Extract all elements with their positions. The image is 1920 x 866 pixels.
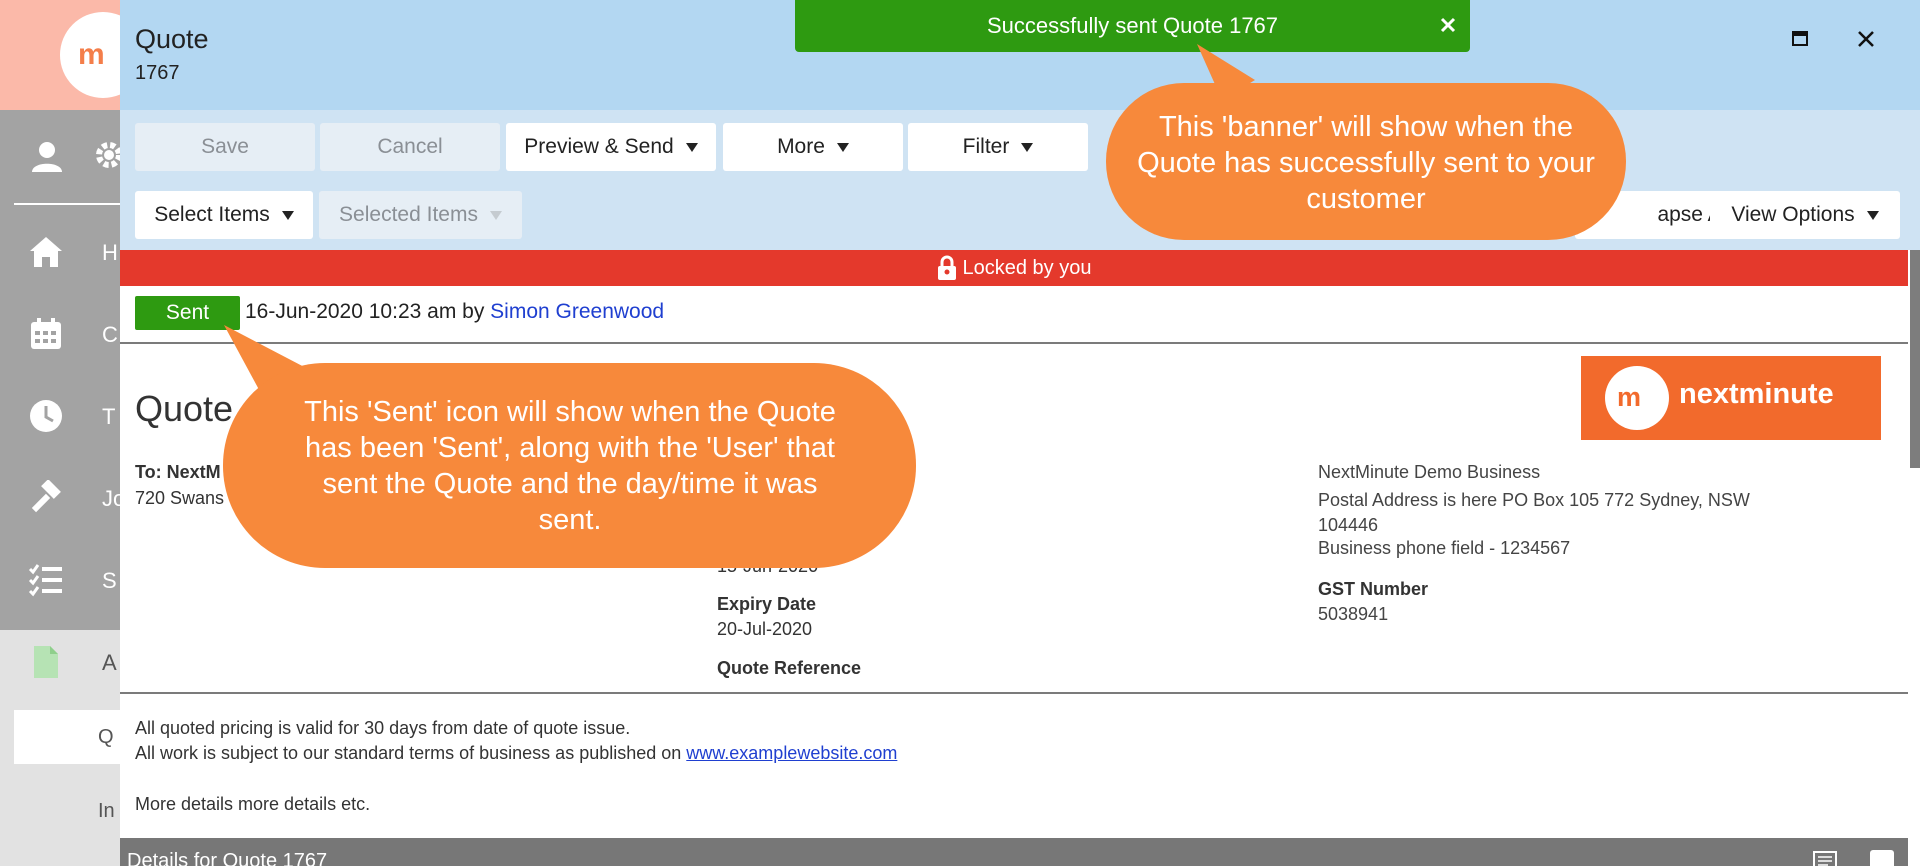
chevron-down-icon <box>1021 142 1034 152</box>
sidebar-item-label: S <box>102 568 117 593</box>
status-meta: 16-Jun-2020 10:23 am by Simon Greenwood <box>245 300 664 324</box>
app-brand-area: m <box>0 0 146 110</box>
scrollbar-thumb[interactable] <box>1910 250 1920 468</box>
app-sidebar: m H C T Jo S A Q In <box>0 0 146 866</box>
clock-icon <box>30 400 62 432</box>
sidebar-item-timesheets[interactable]: T <box>0 384 122 446</box>
business-address: Postal Address is here PO Box 105 772 Sy… <box>1318 490 1750 535</box>
sidebar-item-accounts[interactable]: A <box>0 630 122 692</box>
view-options-label: View Options <box>1731 203 1855 226</box>
maximize-button[interactable] <box>1783 22 1817 56</box>
select-items-label: Select Items <box>154 203 270 226</box>
sidebar-subitem-invoices[interactable]: In <box>0 780 122 840</box>
sidebar-subitem-quotes[interactable]: Q <box>14 710 122 764</box>
sidebar-item-label: C <box>102 322 118 347</box>
view-options-button[interactable]: View Options <box>1710 191 1900 239</box>
brand-logo-mark-text: m <box>1617 382 1642 412</box>
status-badge: Sent <box>135 296 240 330</box>
close-icon[interactable] <box>1437 14 1459 36</box>
status-row: Sent 16-Jun-2020 10:23 am by Simon Green… <box>120 286 1908 344</box>
preview-send-button[interactable]: Preview & Send <box>506 123 716 171</box>
terms-line-2-text: All work is subject to our standard term… <box>135 743 687 763</box>
details-title: Details for Quote 1767 <box>127 850 328 866</box>
document-title: Quote <box>135 388 234 429</box>
selected-items-label: Selected Items <box>339 203 478 226</box>
cancel-button-label: Cancel <box>377 135 443 158</box>
hammer-icon <box>31 480 61 513</box>
sidebar-item-jobs[interactable]: Jo <box>0 466 125 528</box>
chevron-down-icon <box>281 210 294 220</box>
brand-name: nextminute <box>1679 378 1834 410</box>
save-button-label: Save <box>201 135 249 158</box>
document-icon <box>34 646 58 678</box>
modal-title: Quote <box>135 24 209 54</box>
sent-by-user-link[interactable]: Simon Greenwood <box>490 300 664 323</box>
chevron-down-icon <box>489 210 502 220</box>
quote-reference-label: Quote Reference <box>717 658 862 678</box>
business-phone: Business phone field - 1234567 <box>1318 538 1571 558</box>
filter-label: Filter <box>962 135 1010 158</box>
more-label: More <box>777 135 825 158</box>
recipient-label: To: NextM <box>135 462 221 482</box>
sidebar-item-label: T <box>102 404 116 429</box>
sent-callout-text: This 'Sent' icon will show when the Quot… <box>304 395 836 536</box>
terms-line-2: All work is subject to our standard term… <box>135 743 897 764</box>
modal-subtitle: 1767 <box>135 62 180 84</box>
more-button[interactable]: More <box>723 123 903 171</box>
cancel-button[interactable]: Cancel <box>320 123 500 171</box>
terms-line-1: All quoted pricing is valid for 30 days … <box>135 718 631 738</box>
status-datetime: 16-Jun-2020 10:23 am by <box>245 300 491 323</box>
app-logo-text: m <box>78 38 105 71</box>
chevron-down-icon <box>1866 210 1879 220</box>
terms-line-3: More details more details etc. <box>135 794 371 814</box>
recipient-address: 720 Swans <box>135 488 225 508</box>
locked-text: Locked by you <box>962 256 1092 279</box>
chevron-down-icon <box>685 142 698 152</box>
chevron-down-icon <box>836 142 849 152</box>
toolbar: Save Cancel Preview & Send More Filter S… <box>120 110 1920 250</box>
sidebar-subitem-label: In <box>98 800 115 822</box>
printer-icon[interactable] <box>1810 848 1840 866</box>
sidebar-subitem-label: Q <box>98 726 114 748</box>
sidebar-item-home[interactable]: H <box>0 220 122 282</box>
quote-date-value: 15-Jun-2020 <box>717 556 819 576</box>
sidebar-item-calendar[interactable]: C <box>0 302 122 364</box>
filter-button[interactable]: Filter <box>908 123 1088 171</box>
locked-banner: Locked by you <box>120 250 1908 286</box>
banner-callout-text: This 'banner' will show when the Quote h… <box>1137 110 1595 215</box>
sidebar-divider <box>14 203 122 205</box>
terms-website-link[interactable]: www.examplewebsite.com <box>686 743 897 763</box>
sidebar-item-label: A <box>102 650 117 675</box>
gst-number-value: 5038941 <box>1318 604 1389 624</box>
gst-number-label: GST Number <box>1318 579 1429 599</box>
select-all-checkbox[interactable] <box>1870 850 1894 866</box>
preview-send-label: Preview & Send <box>524 135 674 158</box>
home-icon <box>30 237 62 267</box>
expiry-date-label: Expiry Date <box>717 594 817 614</box>
details-section-header[interactable]: Details for Quote 1767 <box>120 838 1908 866</box>
terms-divider <box>120 692 1908 694</box>
business-name: NextMinute Demo Business <box>1318 462 1541 482</box>
success-toast: Successfully sent Quote 1767 <box>795 0 1470 52</box>
scrollbar[interactable] <box>1908 250 1920 866</box>
user-icon[interactable] <box>30 140 64 174</box>
checklist-icon <box>28 564 62 597</box>
close-icon[interactable] <box>1849 22 1883 56</box>
brand-logo-mark: m <box>1605 366 1669 430</box>
brand-logo: m nextminute <box>1581 356 1881 440</box>
expiry-date-value: 20-Jul-2020 <box>717 619 813 639</box>
sidebar-item-label: H <box>102 240 118 265</box>
selected-items-button[interactable]: Selected Items <box>319 191 522 239</box>
sidebar-item-schedules[interactable]: S <box>0 548 122 610</box>
save-button[interactable]: Save <box>135 123 315 171</box>
toast-message: Successfully sent Quote 1767 <box>986 13 1279 38</box>
select-items-button[interactable]: Select Items <box>135 191 313 239</box>
lock-icon <box>937 255 956 280</box>
calendar-icon <box>31 318 61 349</box>
